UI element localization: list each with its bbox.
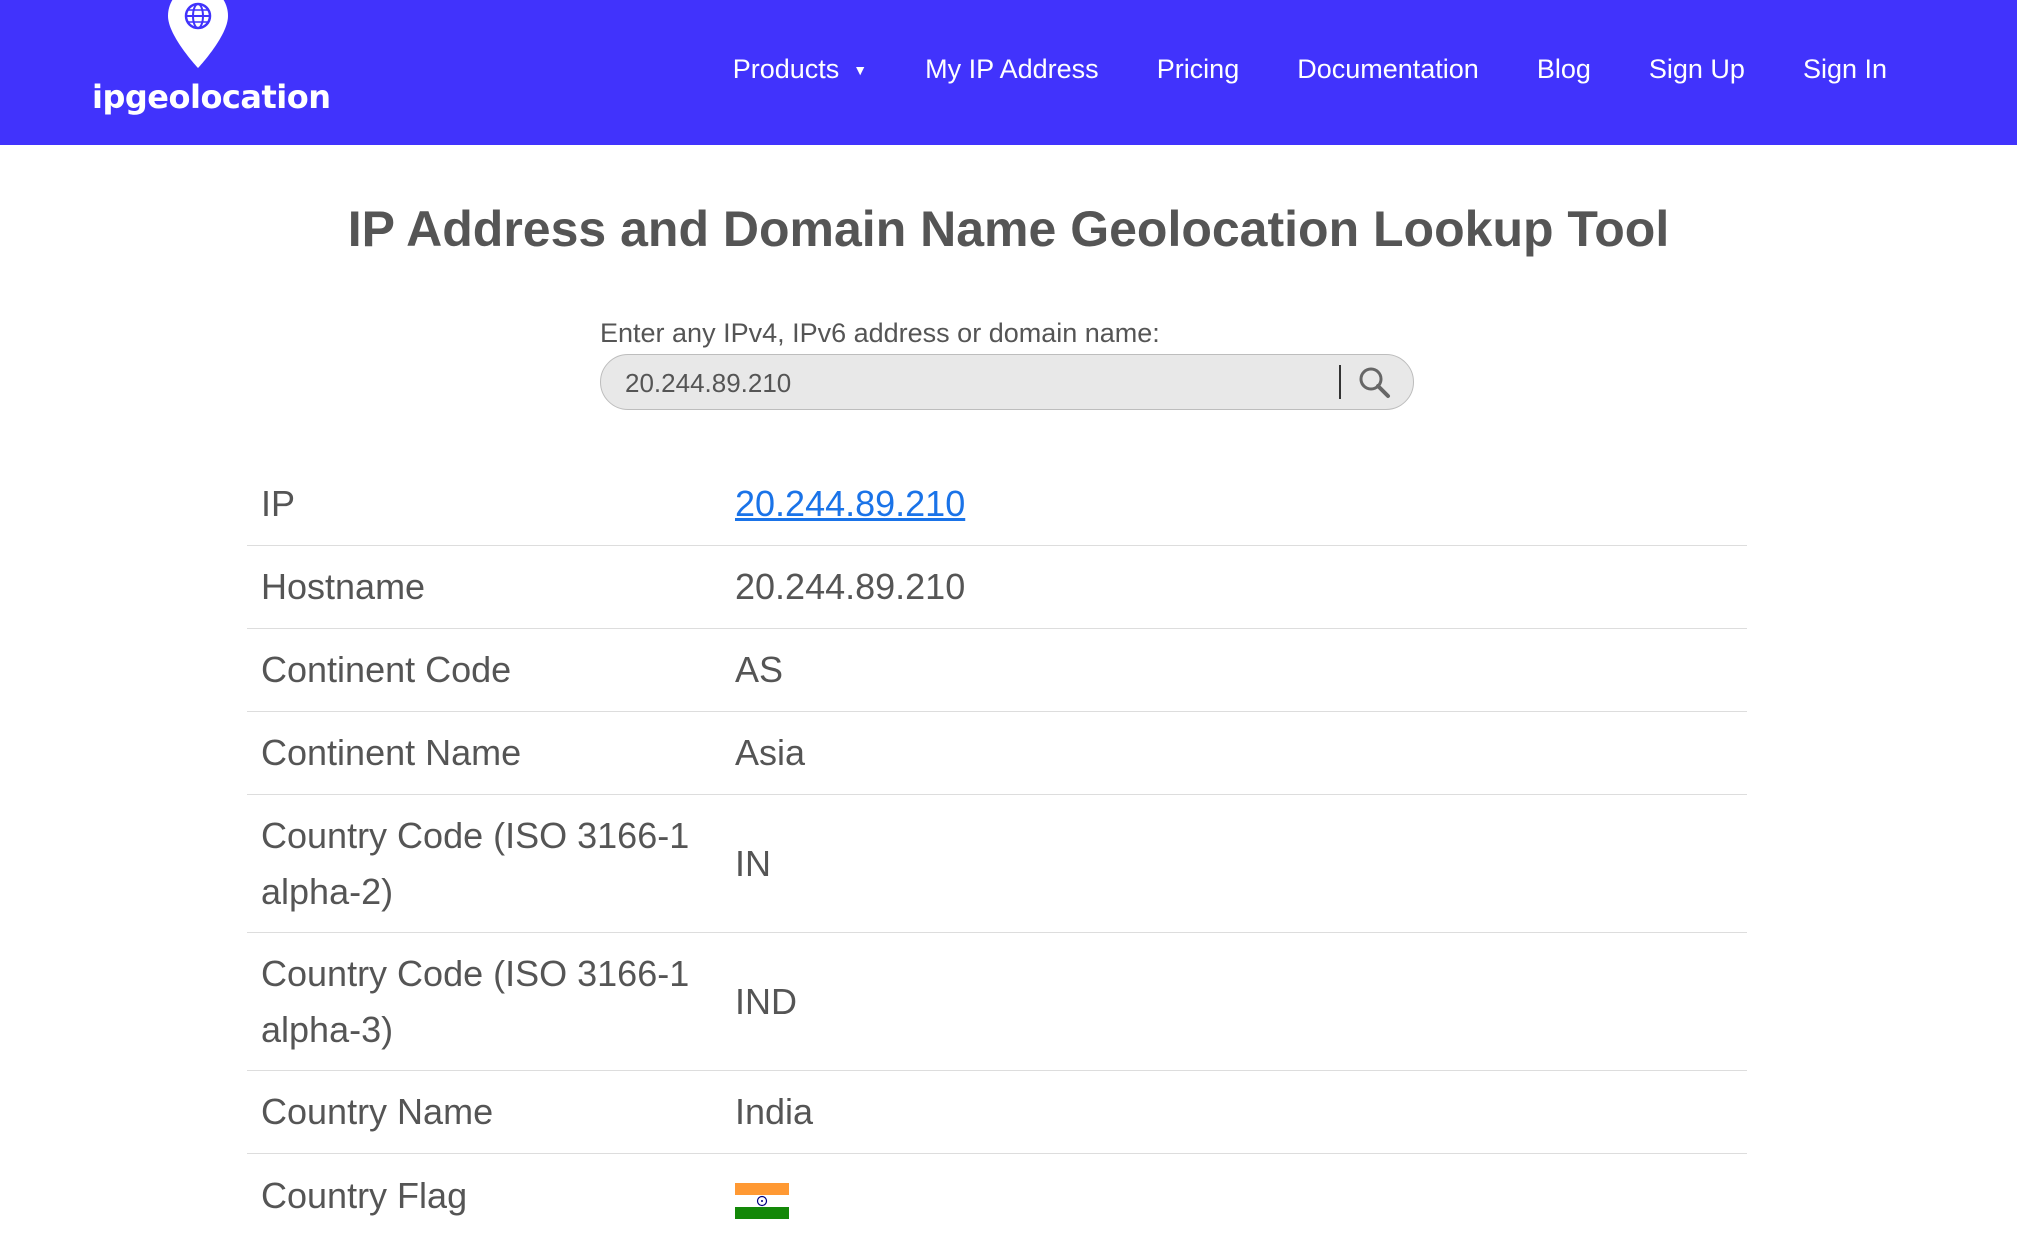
row-label: Country Flag: [261, 1174, 468, 1216]
nav-pricing[interactable]: Pricing: [1157, 54, 1240, 85]
logo-text: ipgeolocation: [92, 78, 331, 116]
table-row: IP 20.244.89.210: [247, 463, 1747, 546]
table-row: Continent Code AS: [247, 629, 1747, 712]
row-value: 20.244.89.210: [735, 566, 966, 607]
table-row: Continent Name Asia: [247, 712, 1747, 795]
search-box: [600, 354, 1414, 410]
row-value: Asia: [735, 732, 806, 773]
page-title: IP Address and Domain Name Geolocation L…: [347, 201, 1670, 257]
location-pin-icon: [168, 0, 228, 68]
text-cursor: [1339, 365, 1341, 399]
row-label: Country Name: [261, 1091, 494, 1132]
row-label: Country Code (ISO 3166-1 alpha-3): [261, 952, 690, 1050]
search-label: Enter any IPv4, IPv6 address or domain n…: [600, 318, 1160, 348]
nav-documentation[interactable]: Documentation: [1297, 54, 1479, 85]
nav-products[interactable]: Products ▼: [733, 54, 867, 85]
nav-sign-up[interactable]: Sign Up: [1649, 54, 1745, 85]
table-row: Country Flag: [247, 1154, 1747, 1237]
table-row: Country Code (ISO 3166-1 alpha-3) IND: [247, 933, 1747, 1071]
row-value: IN: [735, 842, 771, 884]
ip-link[interactable]: 20.244.89.210: [735, 483, 965, 524]
row-label: Country Code (ISO 3166-1 alpha-2): [261, 814, 690, 912]
row-label: Continent Code: [261, 649, 512, 690]
row-value: AS: [735, 649, 784, 690]
row-label: Hostname: [261, 566, 426, 607]
table-row: Hostname 20.244.89.210: [247, 546, 1747, 629]
table-row: Country Name India: [247, 1071, 1747, 1154]
main-menu: Products ▼ My IP Address Pricing Documen…: [733, 54, 1887, 85]
caret-down-icon: ▼: [853, 61, 868, 78]
table-row: Country Code (ISO 3166-1 alpha-2) IN: [247, 795, 1747, 933]
row-label: Continent Name: [261, 732, 522, 773]
row-value: India: [735, 1091, 814, 1132]
row-value: [701, 1173, 789, 1219]
results-table: IP 20.244.89.210 Hostname 20.244.89.210 …: [247, 463, 1747, 1237]
search-icon: [1359, 367, 1390, 398]
nav-my-ip-address[interactable]: My IP Address: [925, 54, 1099, 85]
logo[interactable]: ipgeolocation: [90, 0, 331, 125]
nav-products-label: Products: [732, 54, 840, 84]
search-input[interactable]: [623, 363, 1337, 403]
nav-sign-in[interactable]: Sign In: [1803, 54, 1887, 85]
nav-blog[interactable]: Blog: [1537, 54, 1591, 85]
row-value: 20.244.89.210: [701, 476, 965, 532]
row-value: IND: [735, 980, 797, 1022]
search-button[interactable]: [1353, 361, 1397, 405]
top-nav: ipgeolocation Products ▼ My IP Address P…: [0, 0, 2017, 145]
row-label: IP: [261, 483, 296, 524]
india-flag-icon: [735, 1182, 789, 1219]
